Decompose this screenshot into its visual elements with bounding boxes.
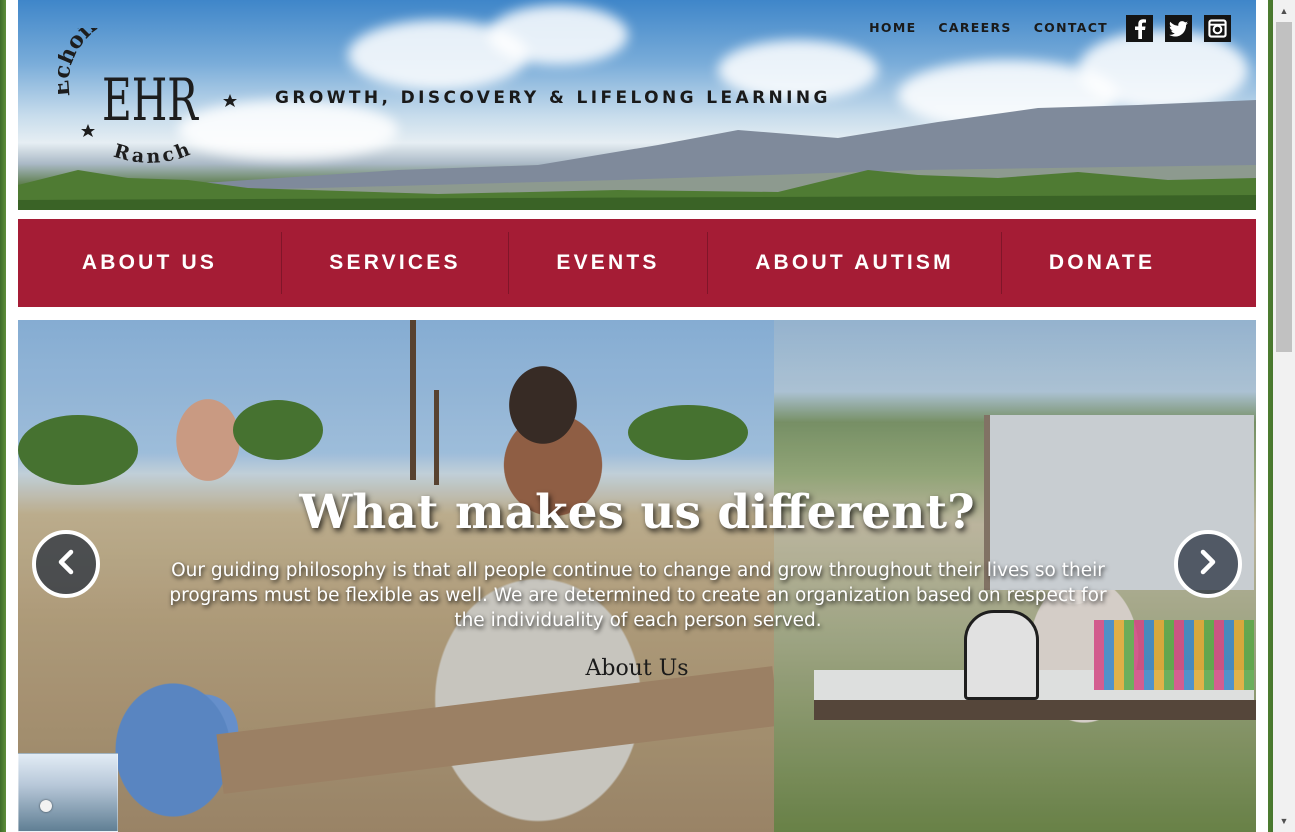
slide-thumbnail[interactable]: [18, 753, 118, 832]
top-nav-contact[interactable]: CONTACT: [1034, 20, 1108, 35]
page-scrollbar[interactable]: ▲ ▼: [1273, 0, 1295, 832]
logo-monogram: EHR: [102, 66, 200, 134]
top-nav: HOME CAREERS CONTACT: [869, 20, 1108, 35]
logo-bottom-text: Ranch: [111, 137, 192, 168]
svg-text:Ranch: Ranch: [111, 137, 195, 168]
nav-donate[interactable]: DONATE: [1002, 232, 1202, 294]
site-header: Echoing Hope EHR Ranch GROWTH, DISCOVERY…: [18, 0, 1256, 210]
instagram-icon[interactable]: [1204, 15, 1231, 42]
nav-about-us[interactable]: ABOUT US: [18, 232, 282, 294]
hero-slider: What makes us different? Our guiding phi…: [18, 320, 1256, 832]
top-nav-home[interactable]: HOME: [869, 20, 916, 35]
main-nav: ABOUT US SERVICES EVENTS ABOUT AUTISM DO…: [18, 219, 1256, 307]
chevron-right-icon: [1198, 549, 1218, 580]
chevron-left-icon: [56, 549, 76, 580]
scroll-up-icon[interactable]: ▲: [1273, 2, 1295, 20]
scroll-down-icon[interactable]: ▼: [1273, 812, 1295, 830]
logo[interactable]: Echoing Hope EHR Ranch: [48, 0, 243, 173]
top-nav-careers[interactable]: CAREERS: [938, 20, 1011, 35]
facebook-icon[interactable]: [1126, 15, 1153, 42]
about-us-link[interactable]: About Us: [18, 656, 1256, 681]
slider-prev-button[interactable]: [32, 530, 100, 598]
logo-mark: Echoing Hope EHR Ranch: [48, 0, 237, 168]
nav-events[interactable]: EVENTS: [509, 232, 708, 294]
hero-title: What makes us different?: [299, 485, 975, 540]
slider-next-button[interactable]: [1174, 530, 1242, 598]
social-links: [1126, 15, 1231, 42]
nav-services[interactable]: SERVICES: [282, 232, 509, 294]
hero-text: Our guiding philosophy is that all peopl…: [169, 560, 1107, 631]
scrollbar-thumb[interactable]: [1276, 22, 1292, 352]
nav-about-autism[interactable]: ABOUT AUTISM: [708, 232, 1002, 294]
slide-indicator-dot[interactable]: [40, 800, 52, 812]
twitter-icon[interactable]: [1165, 15, 1192, 42]
page: Echoing Hope EHR Ranch GROWTH, DISCOVERY…: [6, 0, 1268, 832]
tagline: GROWTH, DISCOVERY & LIFELONG LEARNING: [275, 88, 831, 108]
